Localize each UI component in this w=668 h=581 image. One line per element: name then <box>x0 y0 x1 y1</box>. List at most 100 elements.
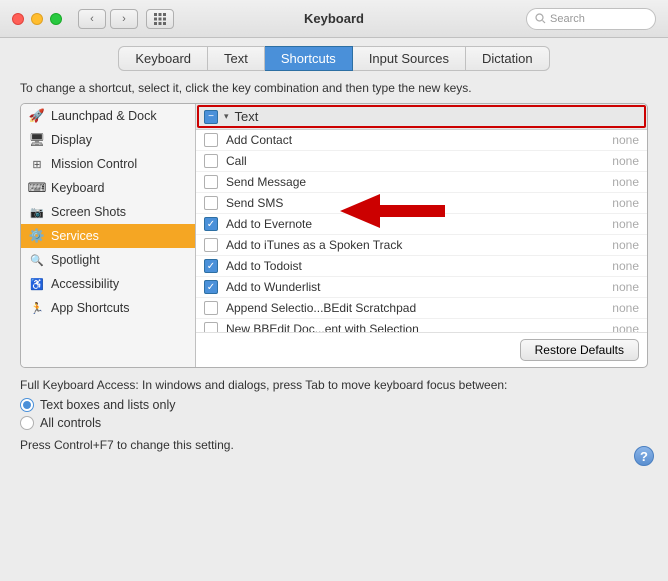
tab-keyboard[interactable]: Keyboard <box>118 46 208 71</box>
main-panel: 🚀 Launchpad & Dock 🖥 Display ⊞ Mission C… <box>20 103 648 368</box>
shortcut-row-add-contact[interactable]: Add Contact none <box>196 130 647 151</box>
minimize-button[interactable] <box>31 13 43 25</box>
mission-control-icon: ⊞ <box>29 156 45 172</box>
titlebar: ‹ › Keyboard Search <box>0 0 668 38</box>
hint-text: Press Control+F7 to change this setting. <box>20 438 648 452</box>
shortcut-send-message: none <box>599 175 639 189</box>
check-add-evernote[interactable]: ✓ <box>204 217 218 231</box>
search-placeholder: Search <box>550 13 585 25</box>
radio-all-controls-button[interactable] <box>20 416 34 430</box>
shortcut-row-add-evernote[interactable]: ✓ Add to Evernote none <box>196 214 647 235</box>
shortcut-send-sms: none <box>599 196 639 210</box>
restore-row: Restore Defaults <box>196 332 647 367</box>
group-header[interactable]: − ▾ Text <box>196 104 647 130</box>
shortcut-append-bbedit: none <box>599 301 639 315</box>
group-label: Text <box>235 109 259 124</box>
label-add-todoist: Add to Todoist <box>226 259 591 273</box>
shortcut-add-contact: none <box>599 133 639 147</box>
check-send-sms[interactable] <box>204 196 218 210</box>
label-add-wunderlist: Add to Wunderlist <box>226 280 591 294</box>
label-send-sms: Send SMS <box>226 196 591 210</box>
tab-shortcuts[interactable]: Shortcuts <box>265 46 353 71</box>
shortcut-row-call[interactable]: Call none <box>196 151 647 172</box>
check-send-message[interactable] <box>204 175 218 189</box>
launchpad-icon: 🚀 <box>29 108 45 124</box>
zoom-button[interactable] <box>50 13 62 25</box>
help-button[interactable]: ? <box>634 446 654 466</box>
grid-button[interactable] <box>146 9 174 29</box>
bottom-section: Full Keyboard Access: In windows and dia… <box>20 368 648 468</box>
tab-input-sources[interactable]: Input Sources <box>353 46 466 71</box>
sidebar-item-accessibility[interactable]: ♿ Accessibility <box>21 272 195 296</box>
nav-buttons: ‹ › <box>78 9 138 29</box>
sidebar-label-spotlight: Spotlight <box>51 253 100 267</box>
content-area: To change a shortcut, select it, click t… <box>0 71 668 478</box>
shortcut-add-evernote: none <box>599 217 639 231</box>
check-new-bbedit[interactable] <box>204 322 218 332</box>
shortcut-add-wunderlist: none <box>599 280 639 294</box>
sidebar-item-spotlight[interactable]: 🔍 Spotlight <box>21 248 195 272</box>
shortcut-row-add-itunes[interactable]: Add to iTunes as a Spoken Track none <box>196 235 647 256</box>
radio-text-boxes-label: Text boxes and lists only <box>40 398 176 412</box>
instruction-text: To change a shortcut, select it, click t… <box>20 81 648 95</box>
sidebar-label-app-shortcuts: App Shortcuts <box>51 301 130 315</box>
shortcut-row-send-sms[interactable]: Send SMS none <box>196 193 647 214</box>
search-box[interactable]: Search <box>526 8 656 30</box>
shortcut-row-add-wunderlist[interactable]: ✓ Add to Wunderlist none <box>196 277 647 298</box>
shortcut-row-new-bbedit[interactable]: New BBEdit Doc...ent with Selection none <box>196 319 647 332</box>
sidebar-item-mission-control[interactable]: ⊞ Mission Control <box>21 152 195 176</box>
sidebar-label-keyboard: Keyboard <box>51 181 105 195</box>
tabs-row: Keyboard Text Shortcuts Input Sources Di… <box>0 38 668 71</box>
shortcut-row-append-bbedit[interactable]: Append Selectio...BEdit Scratchpad none <box>196 298 647 319</box>
sidebar-item-launchpad[interactable]: 🚀 Launchpad & Dock <box>21 104 195 128</box>
shortcut-row-send-message[interactable]: Send Message none <box>196 172 647 193</box>
accessibility-icon: ♿ <box>29 276 45 292</box>
shortcut-add-todoist: none <box>599 259 639 273</box>
sidebar-item-keyboard[interactable]: ⌨ Keyboard <box>21 176 195 200</box>
check-append-bbedit[interactable] <box>204 301 218 315</box>
radio-all-controls[interactable]: All controls <box>20 416 648 430</box>
sidebar-label-screenshots: Screen Shots <box>51 205 126 219</box>
close-button[interactable] <box>12 13 24 25</box>
sidebar-label-accessibility: Accessibility <box>51 277 119 291</box>
shortcut-add-itunes: none <box>599 238 639 252</box>
sidebar-item-screenshots[interactable]: 📷 Screen Shots <box>21 200 195 224</box>
services-icon: ⚙️ <box>29 228 45 244</box>
back-button[interactable]: ‹ <box>78 9 106 29</box>
shortcut-new-bbedit: none <box>599 322 639 332</box>
sidebar-label-mission-control: Mission Control <box>51 157 137 171</box>
radio-text-boxes-button[interactable] <box>20 398 34 412</box>
sidebar-item-app-shortcuts[interactable]: 🏃 App Shortcuts <box>21 296 195 320</box>
screenshots-icon: 📷 <box>29 204 45 220</box>
window-title: Keyboard <box>304 11 364 26</box>
shortcuts-list: Add Contact none Call none Send Message … <box>196 130 647 332</box>
sidebar-label-display: Display <box>51 133 92 147</box>
check-add-itunes[interactable] <box>204 238 218 252</box>
tab-text[interactable]: Text <box>208 46 265 71</box>
restore-defaults-button[interactable]: Restore Defaults <box>520 339 639 361</box>
sidebar: 🚀 Launchpad & Dock 🖥 Display ⊞ Mission C… <box>21 104 196 367</box>
label-add-itunes: Add to iTunes as a Spoken Track <box>226 238 591 252</box>
check-add-contact[interactable] <box>204 133 218 147</box>
shortcut-row-add-todoist[interactable]: ✓ Add to Todoist none <box>196 256 647 277</box>
check-add-wunderlist[interactable]: ✓ <box>204 280 218 294</box>
forward-button[interactable]: › <box>110 9 138 29</box>
collapse-triangle[interactable]: ▾ <box>224 111 229 122</box>
right-panel: − ▾ Text Add Contact none Call none <box>196 104 647 367</box>
radio-all-controls-label: All controls <box>40 416 101 430</box>
app-shortcuts-icon: 🏃 <box>29 300 45 316</box>
search-icon <box>535 13 546 24</box>
keyboard-access-description: Full Keyboard Access: In windows and dia… <box>20 378 648 392</box>
label-new-bbedit: New BBEdit Doc...ent with Selection <box>226 322 591 332</box>
sidebar-item-services[interactable]: ⚙️ Services <box>21 224 195 248</box>
sidebar-item-display[interactable]: 🖥 Display <box>21 128 195 152</box>
radio-text-boxes[interactable]: Text boxes and lists only <box>20 398 648 412</box>
label-add-evernote: Add to Evernote <box>226 217 591 231</box>
sidebar-label-launchpad: Launchpad & Dock <box>51 109 157 123</box>
keyboard-icon: ⌨ <box>29 180 45 196</box>
tab-dictation[interactable]: Dictation <box>466 46 550 71</box>
check-call[interactable] <box>204 154 218 168</box>
label-send-message: Send Message <box>226 175 591 189</box>
group-checkbox[interactable]: − <box>204 110 218 124</box>
check-add-todoist[interactable]: ✓ <box>204 259 218 273</box>
